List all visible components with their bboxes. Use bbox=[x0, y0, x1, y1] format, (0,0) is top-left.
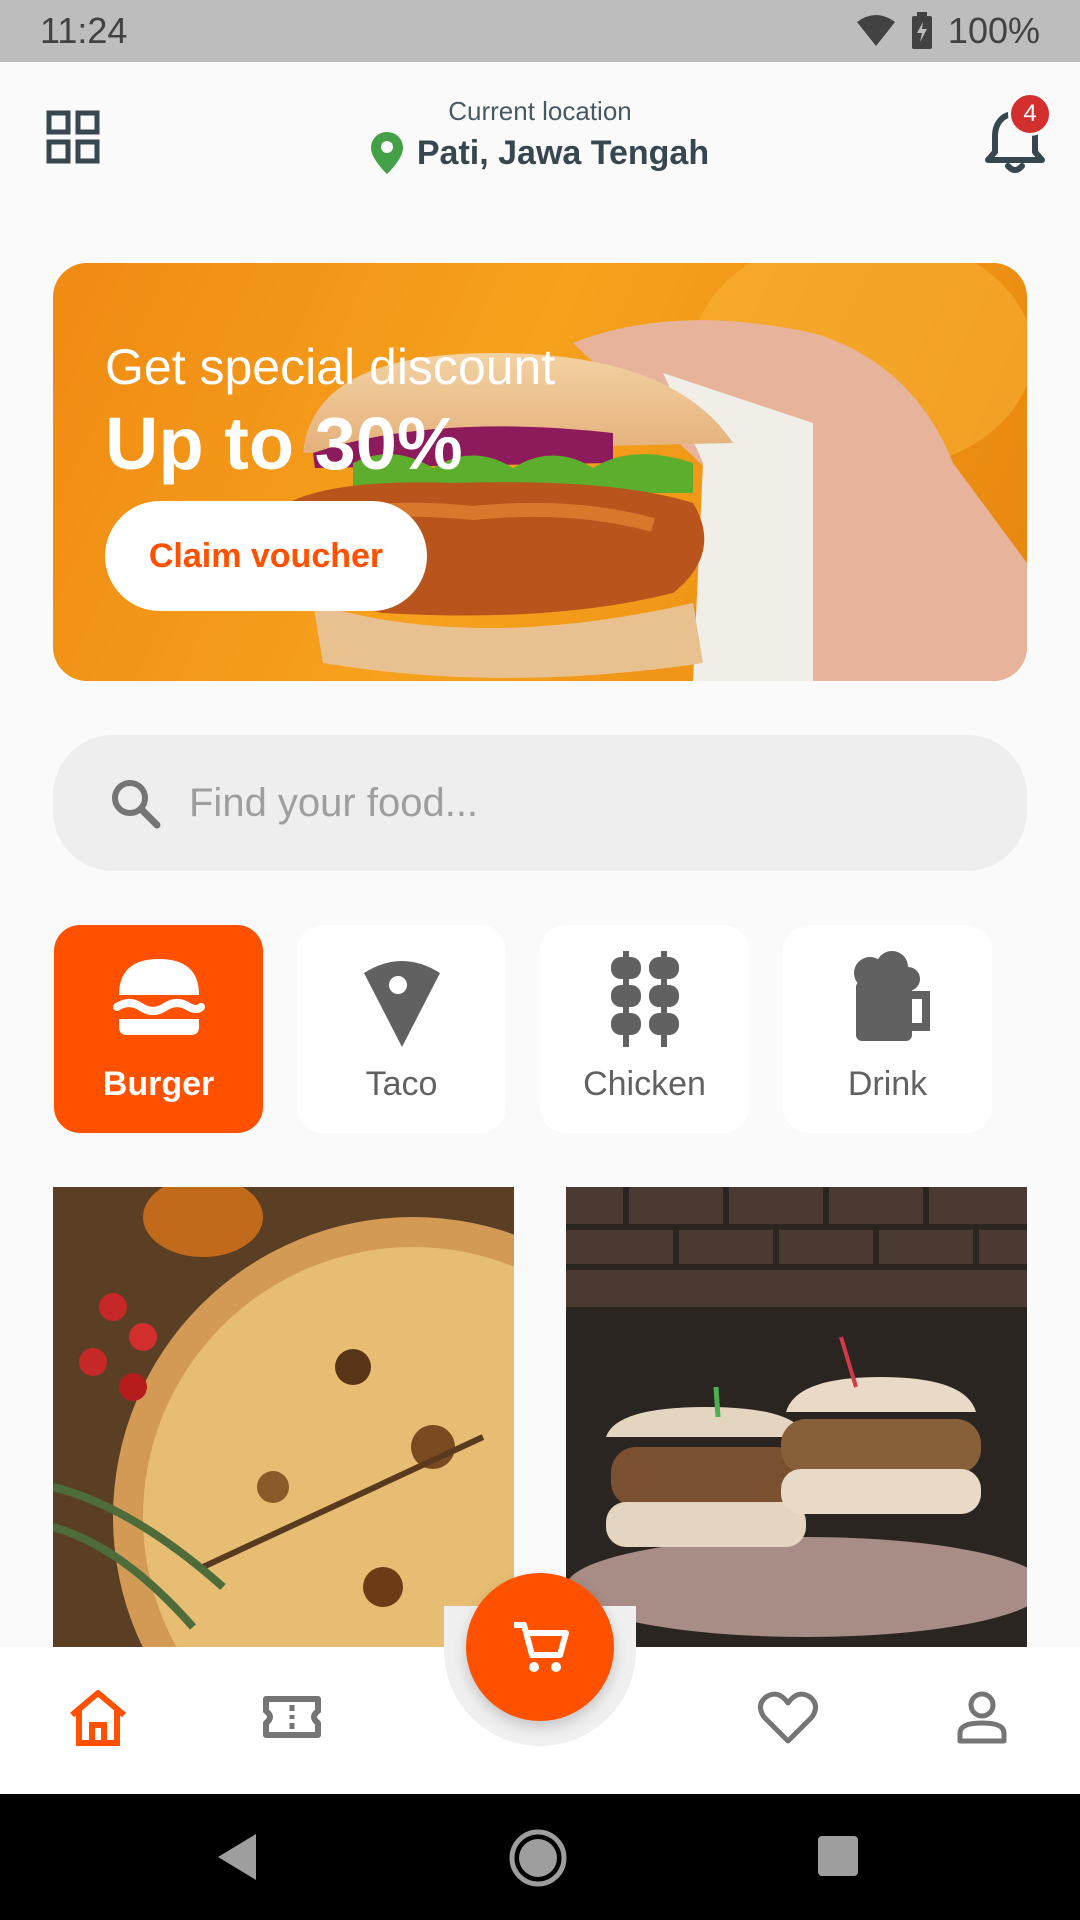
food-card-burgers[interactable] bbox=[566, 1187, 1027, 1647]
beer-mug-icon bbox=[853, 951, 930, 1041]
search-bar[interactable] bbox=[53, 735, 1027, 871]
profile-icon[interactable] bbox=[950, 1685, 1014, 1749]
heart-icon[interactable] bbox=[756, 1685, 820, 1749]
claim-voucher-button[interactable]: Claim voucher bbox=[105, 501, 427, 611]
skewer-icon bbox=[610, 951, 679, 1047]
cart-icon bbox=[514, 1622, 569, 1672]
search-input[interactable] bbox=[187, 779, 951, 827]
category-label: Chicken bbox=[583, 1065, 706, 1103]
app-header: Current location Pati, Jawa Tengah bbox=[0, 62, 1080, 212]
home-system-icon[interactable] bbox=[508, 1828, 568, 1888]
home-icon[interactable] bbox=[66, 1685, 130, 1749]
category-burger[interactable]: Burger bbox=[54, 925, 263, 1133]
wifi-icon bbox=[856, 15, 895, 46]
system-navigation-bar bbox=[0, 1794, 1080, 1920]
banner-title: Up to 30% bbox=[105, 402, 463, 485]
battery-level: 100% bbox=[947, 10, 1040, 51]
location-caption: Current location bbox=[448, 96, 632, 126]
burgers-image bbox=[566, 1187, 1027, 1647]
category-chicken[interactable]: Chicken bbox=[540, 925, 749, 1133]
category-label: Drink bbox=[847, 1065, 928, 1103]
category-drink[interactable]: Drink bbox=[783, 925, 992, 1133]
back-icon[interactable] bbox=[214, 1832, 260, 1882]
notification-badge: 4 bbox=[1008, 92, 1052, 136]
category-taco[interactable]: Taco bbox=[297, 925, 506, 1133]
status-time: 11:24 bbox=[40, 10, 128, 51]
location-name: Pati, Jawa Tengah bbox=[416, 133, 710, 172]
battery-icon bbox=[911, 12, 932, 49]
taco-icon bbox=[363, 961, 440, 1047]
pizza-image bbox=[53, 1187, 514, 1647]
status-indicators: 100% bbox=[856, 10, 1040, 52]
status-bar: 11:24 100% bbox=[0, 0, 1080, 62]
promo-banner[interactable]: Get special discount Up to 30% Claim vou… bbox=[53, 263, 1027, 681]
search-icon bbox=[112, 780, 161, 829]
recents-icon[interactable] bbox=[816, 1834, 860, 1878]
category-label: Taco bbox=[365, 1065, 438, 1103]
category-label: Burger bbox=[102, 1065, 215, 1103]
voucher-icon[interactable] bbox=[260, 1685, 324, 1749]
burger-icon bbox=[112, 959, 205, 1035]
food-card-pizza[interactable] bbox=[53, 1187, 514, 1647]
location-selector[interactable]: Pati, Jawa Tengah bbox=[0, 132, 1080, 174]
cart-button[interactable] bbox=[466, 1573, 614, 1721]
banner-subtitle: Get special discount bbox=[105, 339, 556, 395]
location-pin-icon bbox=[370, 132, 403, 174]
